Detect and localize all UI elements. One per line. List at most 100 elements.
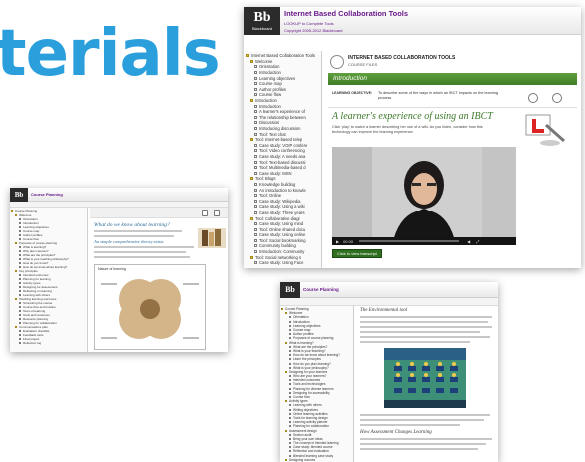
blackboard-logo: Bb Blackboard (244, 7, 280, 35)
page-icon (289, 337, 291, 340)
play-icon[interactable]: ▶ (336, 239, 339, 244)
page-icon (254, 222, 257, 226)
section-title-bar: Introduction (328, 73, 577, 85)
tree-item-label: The relationship between (259, 114, 306, 120)
body-text (360, 316, 492, 346)
volume-icon[interactable]: ◀ (467, 239, 470, 244)
page-icon (289, 362, 291, 365)
blackboard-header: Bb Blackboard Internet Based Collaborati… (244, 7, 581, 35)
page-icon (254, 104, 257, 108)
books-icon (198, 228, 226, 248)
folder-icon (285, 370, 287, 373)
page-icon (289, 345, 291, 348)
info-icon (552, 93, 562, 103)
course-title: Internet Based Collaboration Tools (284, 8, 409, 18)
page-icon (289, 379, 291, 382)
tree-item-label: Case study: A needs ana (259, 153, 306, 159)
tree-item-label: Tool: Internet-based telep (255, 137, 303, 143)
page-icon (289, 454, 291, 457)
page-icon (19, 258, 21, 260)
tree-item-label: Reflection log (23, 341, 42, 345)
page-icon (289, 349, 291, 352)
tree-item-label: Case study: Using Face (259, 260, 304, 266)
page-icon (254, 82, 257, 86)
tree-item-label: Tool: Video conferencing (259, 148, 305, 154)
video-controls: ▶ 00:00 ◀ ⤢ (332, 237, 516, 245)
folder-icon (285, 429, 287, 432)
page-icon (289, 329, 291, 332)
video-intro: Click 'play' to watch a learner describi… (332, 125, 483, 134)
headline-text: terials (0, 17, 221, 91)
section-heading-2: How Assessment Changes Learning (360, 430, 432, 435)
classroom-simulation (384, 348, 466, 408)
header-link[interactable]: LOOKUP to Complete Tools (284, 21, 408, 26)
tree-item-label: Case study: Using mind (259, 221, 304, 227)
page-icon (19, 254, 21, 256)
page-icon (254, 227, 257, 231)
page-icon (19, 334, 21, 336)
page-icon (19, 338, 21, 340)
folder-icon (15, 298, 17, 300)
screenshot-course-planning-right: Bb Course Planning Course Planning Welcom… (280, 282, 498, 462)
course-content: The Environmental tool How Assessment Ch… (356, 306, 498, 462)
page-icon (19, 342, 21, 344)
page-icon (19, 290, 21, 292)
page-icon (254, 127, 257, 131)
tree-item-label: Tool: Multimedia-based d (259, 165, 306, 171)
seek-bar[interactable] (359, 240, 460, 242)
tree-item-label: Case study: Three years (259, 209, 305, 215)
tree-item[interactable]: Reflection log (11, 341, 87, 345)
page-icon (19, 322, 21, 324)
l-plate-icon (525, 114, 565, 146)
tree-item-label: Community building (259, 243, 296, 249)
fullscreen-icon[interactable]: ⤢ (476, 239, 479, 244)
page-icon (254, 143, 257, 147)
folder-icon (285, 458, 287, 461)
tree-item-label: Tool: Collaborative diagr (255, 215, 300, 221)
blackboard-logo: Bb (280, 282, 300, 298)
page-icon (289, 375, 291, 378)
page-icon (19, 310, 21, 312)
folder-icon (250, 138, 253, 142)
page-icon (289, 421, 291, 424)
video-player[interactable]: ▶ 00:00 ◀ ⤢ (332, 147, 516, 245)
logo-text: Bb (14, 190, 24, 199)
course-content: What do we know about learning? An simpl… (90, 208, 228, 352)
header-link-2[interactable]: Copyright 2005-2012 Blackboard (284, 28, 408, 33)
page-icon (289, 446, 291, 449)
page-icon (254, 132, 257, 136)
view-transcript-button[interactable]: Click to view transcript (332, 249, 382, 258)
tree-item-label: Case study: VOIP confere (259, 142, 308, 148)
page-icon (289, 412, 291, 415)
page-icon (254, 110, 257, 114)
clock-icon (202, 210, 208, 216)
page-icon (254, 250, 257, 254)
tree-item-label: Author profiles (259, 86, 286, 92)
page-icon (254, 188, 257, 192)
tree-item-label: Tool: Blogs (255, 176, 276, 182)
page-icon (254, 115, 257, 119)
tree-item[interactable]: Designing courses (281, 458, 353, 462)
tree-item-label: Tool: Text chat (259, 131, 286, 137)
section-heading: The Environmental tool (360, 308, 408, 313)
page-icon (289, 437, 291, 440)
tree-item[interactable]: Internet Based Collaboration Tools (246, 53, 321, 59)
tree-item-label: Introduction (255, 98, 277, 104)
page-icon (19, 222, 21, 224)
page-icon (254, 154, 257, 158)
folder-icon (281, 308, 283, 311)
tree-item-label: Case study: Using a wiki (259, 204, 305, 210)
page-icon (289, 408, 291, 411)
folder-icon (15, 242, 17, 244)
info-icon (214, 210, 220, 216)
video-time: 00:00 (343, 238, 354, 244)
page-icon (289, 358, 291, 361)
page-icon (254, 233, 257, 237)
tree-item[interactable]: Case study: Using Face (246, 260, 321, 266)
page-icon (19, 218, 21, 220)
course-files-sub: COURSE FILES (348, 62, 378, 67)
page-icon (254, 76, 257, 80)
tree-item-label: Tool: Social bookmarking (259, 237, 306, 243)
section-title: Introduction (333, 75, 367, 82)
video-frame-woman (332, 147, 516, 245)
